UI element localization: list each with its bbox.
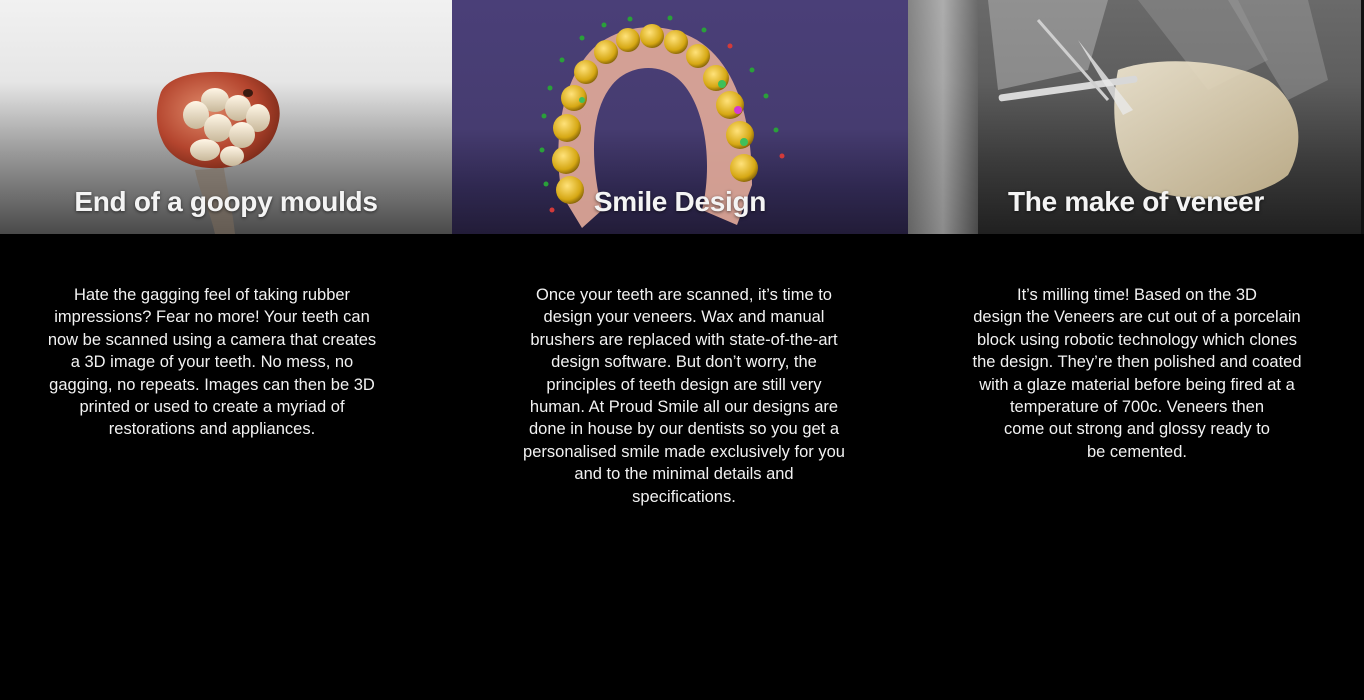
description-line: the design. They’re then polished and co… (972, 353, 1302, 372)
description-line: Once your teeth are scanned, it’s time t… (536, 286, 832, 304)
card-title: Smile Design (593, 186, 767, 217)
description-line: design software. But don’t worry, the (551, 353, 817, 372)
feature-card-veneer: The make of veneer It’s milling time! Ba… (908, 0, 1364, 700)
card-title: End of a goopy moulds (74, 186, 378, 217)
description-line: Hate the gagging feel of taking rubber (73, 286, 351, 304)
description-line: personalised smile made exclusively for … (523, 442, 845, 461)
card-banner: The make of veneer (908, 0, 1364, 234)
description-line: It’s milling time! Based on the 3D (1017, 286, 1257, 304)
description-line: design the Veneers are cut out of a porc… (973, 308, 1301, 327)
description-line: be cemented. (1087, 442, 1187, 461)
description-line: specifications. (632, 487, 736, 506)
description-line: design your veneers. Wax and manual (543, 308, 825, 327)
card-banner: Smile Design (452, 0, 908, 234)
description-line: principles of teeth design are still ver… (546, 375, 822, 394)
description-line: and to the minimal details and (574, 465, 794, 484)
description-line: block using robotic technology which clo… (976, 330, 1298, 349)
card-description: Once your teeth are scanned, it’s time t… (514, 284, 854, 508)
card-description: It’s milling time! Based on the 3D desig… (964, 284, 1310, 463)
description-line: temperature of 700c. Veneers then (1009, 398, 1265, 417)
card-description: Hate the gagging feel of taking rubber i… (40, 284, 384, 441)
description-line: impressions? Fear no more! Your teeth ca… (54, 308, 370, 327)
card-title: The make of veneer (1007, 186, 1265, 217)
description-line: brushers are replaced with state-of-the-… (530, 330, 838, 349)
card-banner: End of a goopy moulds (0, 0, 452, 234)
feature-row: End of a goopy moulds Hate the gagging f… (0, 0, 1364, 700)
description-line: human. At Proud Smile all our designs ar… (529, 398, 839, 417)
description-line: done in house by our dentists so you get… (528, 420, 840, 439)
description-line: printed or used to create a myriad of (79, 398, 345, 417)
feature-card-moulds: End of a goopy moulds Hate the gagging f… (0, 0, 452, 700)
description-line: restorations and appliances. (108, 420, 316, 439)
description-line: come out strong and glossy ready to (1004, 420, 1270, 439)
description-line: gagging, no repeats. Images can then be … (49, 375, 375, 394)
description-line: now be scanned using a camera that creat… (47, 330, 377, 349)
description-line: with a glaze material before being fired… (979, 375, 1295, 394)
feature-card-smile-design: Smile Design Once your teeth are scanned… (452, 0, 908, 700)
description-line: a 3D image of your teeth. No mess, no (70, 353, 354, 372)
